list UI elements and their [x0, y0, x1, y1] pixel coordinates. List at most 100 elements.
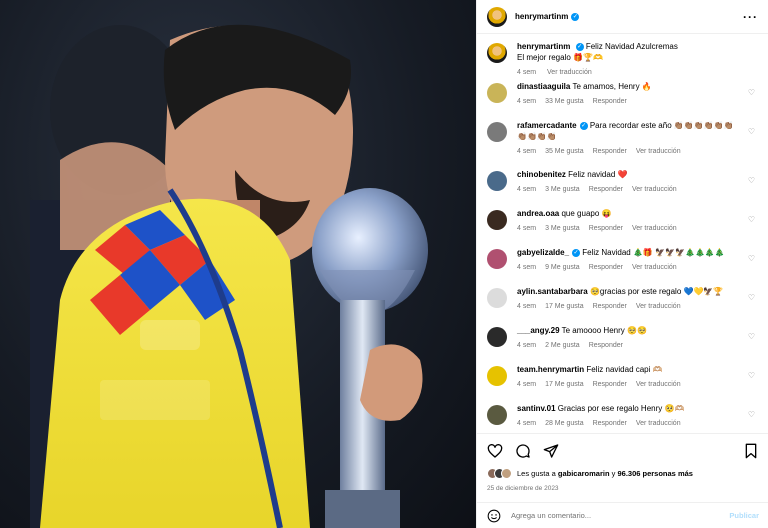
post-actions: Les gusta a gabicaromarin y 96.306 perso… — [477, 433, 768, 492]
comment-body: santinv.01 Gracias por ese regalo Henry … — [517, 403, 759, 427]
comment-meta: 4 sem 17 Me gusta Responder Ver traducción — [517, 303, 743, 310]
reply-link[interactable]: Responder — [593, 98, 627, 105]
commenter-avatar[interactable] — [487, 171, 507, 191]
commenter-avatar[interactable] — [487, 405, 507, 425]
commenter-avatar[interactable] — [487, 210, 507, 230]
comment-input[interactable] — [511, 511, 730, 520]
more-options-icon[interactable]: ··· — [743, 10, 758, 24]
commenter-username[interactable]: team.henrymartin — [517, 365, 584, 374]
comment-likes-link[interactable]: 17 Me gusta — [545, 303, 584, 310]
comment-likes-link[interactable]: 35 Me gusta — [545, 148, 584, 155]
commenter-username[interactable]: rafamercadante — [517, 121, 577, 130]
see-translation-link[interactable]: Ver traducción — [632, 264, 677, 271]
comment-like-heart-icon[interactable]: ♡ — [748, 293, 755, 302]
commenter-username[interactable]: ___angy.29 — [517, 326, 560, 335]
comment-meta: 4 sem 3 Me gusta Responder Ver traducción — [517, 225, 743, 232]
comment-body: aylin.santabarbara 🥺gracias por este reg… — [517, 286, 759, 310]
caption-age: 4 sem — [517, 69, 537, 76]
see-translation-link[interactable]: Ver traducción — [632, 186, 677, 193]
comment-likes-link[interactable]: 33 Me gusta — [545, 98, 584, 105]
comment-icon[interactable] — [515, 443, 531, 459]
comment-likes-link[interactable]: 3 Me gusta — [545, 225, 580, 232]
commenter-avatar[interactable] — [487, 122, 507, 142]
comment-meta: 4 sem 35 Me gusta Responder Ver traducción — [517, 148, 743, 155]
comment-meta: 4 sem 9 Me gusta Responder Ver traducción — [517, 264, 743, 271]
see-translation-link[interactable]: Ver traducción — [636, 420, 681, 427]
see-translation-link[interactable]: Ver traducción — [632, 225, 677, 232]
comment-likes-link[interactable]: 9 Me gusta — [545, 264, 580, 271]
author-username[interactable]: henrymartinm — [515, 12, 568, 21]
likes-count[interactable]: 96.306 personas más — [617, 469, 692, 478]
reply-link[interactable]: Responder — [589, 264, 623, 271]
comment-age: 4 sem — [517, 420, 537, 427]
commenter-username[interactable]: andrea.oaa — [517, 209, 559, 218]
reply-link[interactable]: Responder — [593, 420, 627, 427]
commenter-username[interactable]: aylin.santabarbara — [517, 287, 588, 296]
comment-row: santinv.01 Gracias por ese regalo Henry … — [487, 403, 759, 433]
caption-author-avatar[interactable] — [487, 43, 507, 63]
comment-likes-link[interactable]: 3 Me gusta — [545, 186, 580, 193]
comment-body: andrea.oaa que guapo 😝 4 sem 3 Me gusta Res… — [517, 208, 759, 232]
caption-username[interactable]: henrymartinm — [517, 42, 570, 51]
heart-icon[interactable] — [487, 443, 503, 459]
comment-body: dinastiaaguila Te amamos, Henry 🔥 4 sem 33… — [517, 81, 759, 105]
commenter-username[interactable]: gabyelizalde_ — [517, 248, 569, 257]
reply-link[interactable]: Responder — [593, 148, 627, 155]
verified-badge-icon: ✓ — [571, 12, 580, 21]
verified-badge-icon: ✓ — [579, 121, 588, 130]
photo-illustration — [30, 24, 428, 528]
reply-link[interactable]: Responder — [589, 342, 623, 349]
comments-list[interactable]: henrymartinm ✓ Feliz Navidad Azulcremas … — [477, 35, 768, 433]
comment-likes-link[interactable]: 2 Me gusta — [545, 342, 580, 349]
author-avatar[interactable] — [487, 6, 507, 27]
comment-body: rafamercadante ✓ Para recordar este año 👏… — [517, 120, 759, 155]
comment-like-heart-icon[interactable]: ♡ — [748, 88, 755, 97]
comment-like-heart-icon[interactable]: ♡ — [748, 410, 755, 419]
comment-like-heart-icon[interactable]: ♡ — [748, 127, 755, 136]
see-translation-link[interactable]: Ver traducción — [636, 381, 681, 388]
comment-like-heart-icon[interactable]: ♡ — [748, 332, 755, 341]
comment-like-heart-icon[interactable]: ♡ — [748, 254, 755, 263]
post-photo[interactable] — [0, 0, 476, 528]
reply-link[interactable]: Responder — [593, 303, 627, 310]
likes-user[interactable]: gabicaromarin — [558, 469, 610, 478]
comment-age: 4 sem — [517, 264, 537, 271]
post-date[interactable]: 25 de diciembre de 2023 — [487, 485, 759, 492]
comment-text: dinastiaaguila Te amamos, Henry 🔥 — [517, 81, 743, 92]
comment-content: Te amamos, Henry 🔥 — [572, 82, 652, 91]
comment-likes-link[interactable]: 17 Me gusta — [545, 381, 584, 388]
commenter-username[interactable]: dinastiaaguila — [517, 82, 570, 91]
comment-likes-link[interactable]: 28 Me gusta — [545, 420, 584, 427]
commenter-avatar[interactable] — [487, 366, 507, 386]
commenter-username[interactable]: santinv.01 — [517, 404, 556, 413]
reply-link[interactable]: Responder — [589, 225, 623, 232]
comment-row: gabyelizalde_ ✓ Feliz Navidad 🎄🎁 🦅🦅🦅🎄🎄🎄🎄 4… — [487, 247, 759, 286]
comment-age: 4 sem — [517, 342, 537, 349]
comment-row: ___angy.29 Te amoooo Henry 🥺🥺 4 sem 2 Me g… — [487, 325, 759, 364]
reply-link[interactable]: Responder — [589, 186, 623, 193]
comment-row: team.henrymartin Feliz navidad capi 🫶🏼 4 … — [487, 364, 759, 403]
commenter-avatar[interactable] — [487, 249, 507, 269]
see-translation-link[interactable]: Ver traducción — [636, 148, 681, 155]
comment-like-heart-icon[interactable]: ♡ — [748, 215, 755, 224]
likes-text: Les gusta a gabicaromarin y 96.306 perso… — [517, 469, 693, 478]
reply-link[interactable]: Responder — [593, 381, 627, 388]
publish-button[interactable]: Publicar — [729, 511, 759, 520]
emoji-icon[interactable] — [487, 509, 501, 523]
comment-like-heart-icon[interactable]: ♡ — [748, 176, 755, 185]
commenter-username[interactable]: chinobenitez — [517, 170, 566, 179]
commenter-avatar[interactable] — [487, 327, 507, 347]
comment-body: chinobenitez Feliz navidad ❤️ 4 sem 3 Me g… — [517, 169, 759, 193]
commenter-avatar[interactable] — [487, 83, 507, 103]
bookmark-icon[interactable] — [743, 443, 759, 459]
caption-line2: El mejor regalo 🎁🏆🫶 — [517, 53, 603, 62]
comment-content: Feliz Navidad 🎄🎁 🦅🦅🦅🎄🎄🎄🎄 — [582, 248, 725, 257]
commenter-avatar[interactable] — [487, 288, 507, 308]
comment-like-heart-icon[interactable]: ♡ — [748, 371, 755, 380]
comment-age: 4 sem — [517, 225, 537, 232]
see-translation-link[interactable]: Ver traducción — [636, 303, 681, 310]
comment-body: team.henrymartin Feliz navidad capi 🫶🏼 4 … — [517, 364, 759, 388]
see-translation-link[interactable]: Ver traducción — [547, 69, 592, 76]
caption-meta: 4 sem Ver traducción — [517, 69, 743, 76]
send-icon[interactable] — [543, 443, 559, 459]
